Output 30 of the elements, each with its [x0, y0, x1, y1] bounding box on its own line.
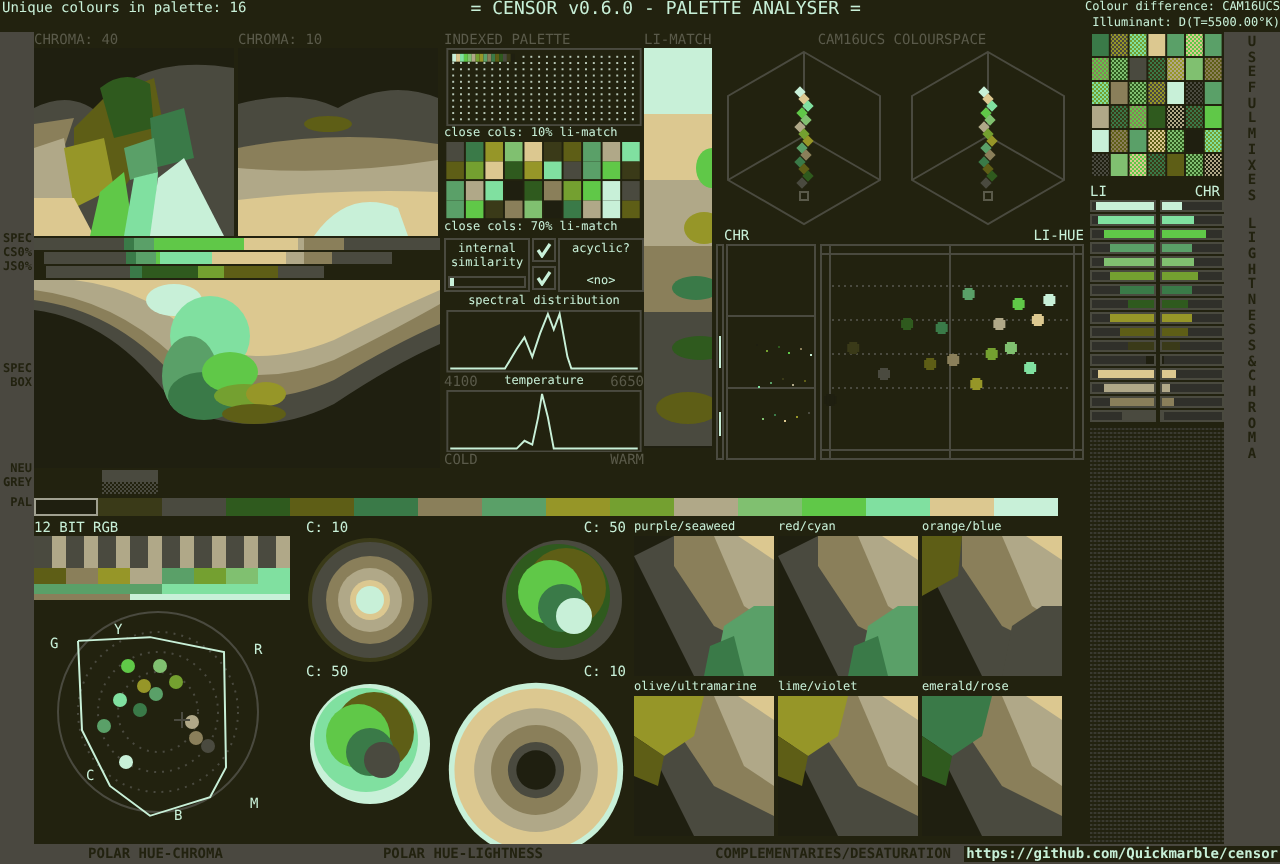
- palette-swatch[interactable]: [482, 498, 546, 516]
- complementary-voronoi-drawing: [778, 696, 918, 836]
- polar-hue-lightness-drawing: [306, 536, 434, 664]
- palette-swatch[interactable]: [162, 498, 226, 516]
- palette-swatch[interactable]: [290, 498, 354, 516]
- polar-hue-lightness-drawing: [498, 536, 626, 664]
- similarity-slider[interactable]: [448, 276, 526, 289]
- palette-swatch[interactable]: [866, 498, 930, 516]
- palette-swatch[interactable]: [546, 498, 610, 516]
- reference-swatch: [102, 470, 158, 494]
- complementary-voronoi-drawing: [922, 536, 1062, 676]
- polar-hue-lightness-drawing: [306, 680, 434, 808]
- palette-swatch[interactable]: [418, 498, 482, 516]
- checkbox[interactable]: [532, 238, 556, 263]
- complementary-voronoi-drawing: [634, 696, 774, 836]
- app-title: = CENSOR v0.6.0 - PALETTE ANALYSER =: [470, 0, 861, 20]
- palette-swatch[interactable]: [738, 498, 802, 516]
- complementary-voronoi-drawing: [634, 536, 774, 676]
- palette-swatch[interactable]: [354, 498, 418, 516]
- palette-swatch[interactable]: [226, 498, 290, 516]
- palette-swatch[interactable]: [674, 498, 738, 516]
- complementary-voronoi-drawing: [778, 536, 918, 676]
- palette-swatch[interactable]: [98, 498, 162, 516]
- palette-swatch[interactable]: [802, 498, 866, 516]
- palette-swatch[interactable]: [610, 498, 674, 516]
- palette-swatch[interactable]: [34, 498, 98, 516]
- checkbox[interactable]: [532, 266, 556, 291]
- palette-swatch[interactable]: [930, 498, 994, 516]
- complementary-voronoi-drawing: [922, 696, 1062, 836]
- palette-swatch[interactable]: [994, 498, 1058, 516]
